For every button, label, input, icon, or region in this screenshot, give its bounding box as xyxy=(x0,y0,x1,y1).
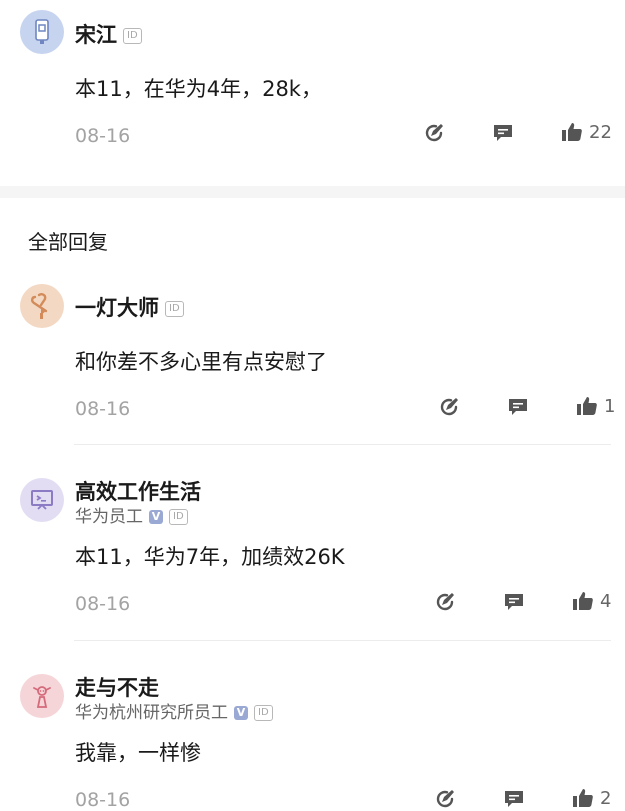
comment-icon xyxy=(505,791,523,807)
comment-icon xyxy=(505,594,523,610)
author-subtitle: 华为杭州研究所员工 V ID xyxy=(75,698,273,723)
hook-arrow-icon xyxy=(31,293,48,319)
comment-button[interactable] xyxy=(492,122,514,144)
thumbs-up-icon xyxy=(577,397,597,415)
edit-button[interactable] xyxy=(423,122,445,144)
avatar[interactable] xyxy=(20,478,64,522)
like-count: 22 xyxy=(589,121,612,143)
avatar[interactable] xyxy=(20,284,64,328)
author-name[interactable]: 一灯大师 ID xyxy=(75,292,184,322)
comment-button[interactable] xyxy=(503,788,525,810)
comment-icon xyxy=(494,125,512,141)
divider xyxy=(74,640,611,641)
author-name[interactable]: 宋江 ID xyxy=(75,19,142,49)
like-button[interactable]: 22 xyxy=(561,121,612,143)
usb-drive-icon xyxy=(35,19,49,44)
edit-icon xyxy=(436,593,454,611)
comment-icon xyxy=(509,399,527,415)
like-button[interactable]: 2 xyxy=(572,787,611,809)
thumbs-up-icon xyxy=(573,592,593,610)
id-badge[interactable]: ID xyxy=(169,509,188,525)
thumbs-up-icon xyxy=(573,789,593,807)
avatar[interactable] xyxy=(20,10,64,54)
original-post: 宋江 ID 本11，在华为4年，28k， 08-16 22 xyxy=(0,0,625,186)
reply-date: 08-16 xyxy=(75,398,131,420)
id-badge[interactable]: ID xyxy=(165,301,184,317)
reply-content: 和你差不多心里有点安慰了 xyxy=(75,350,327,374)
reply-content: 本11，华为7年，加绩效26K xyxy=(75,545,345,569)
section-separator xyxy=(0,186,625,198)
like-count: 4 xyxy=(600,590,612,612)
divider xyxy=(74,444,611,445)
comment-button[interactable] xyxy=(507,396,529,418)
post-date: 08-16 xyxy=(75,125,131,147)
thumbs-up-icon xyxy=(562,123,582,141)
post-content: 本11，在华为4年，28k， xyxy=(75,77,322,101)
avatar[interactable] xyxy=(20,674,64,718)
section-title: 全部回复 xyxy=(28,230,108,254)
edit-button[interactable] xyxy=(438,396,460,418)
like-count: 1 xyxy=(604,395,616,417)
edit-button[interactable] xyxy=(434,788,456,810)
like-button[interactable]: 4 xyxy=(572,590,611,612)
id-badge[interactable]: ID xyxy=(123,28,142,44)
edit-icon xyxy=(436,790,454,808)
reply-date: 08-16 xyxy=(75,593,131,615)
edit-icon xyxy=(440,398,458,416)
verified-badge: V xyxy=(149,510,163,524)
comment-button[interactable] xyxy=(503,591,525,613)
like-button[interactable]: 1 xyxy=(576,395,615,417)
reply-content: 我靠，一样惨 xyxy=(75,741,201,765)
author-subtitle: 华为员工 V ID xyxy=(75,502,188,527)
bow-figure-icon xyxy=(33,686,51,708)
edit-button[interactable] xyxy=(434,591,456,613)
reply-date: 08-16 xyxy=(75,789,131,811)
verified-badge: V xyxy=(234,706,248,720)
like-count: 2 xyxy=(600,787,612,809)
presentation-board-icon xyxy=(31,490,53,510)
edit-icon xyxy=(425,124,443,142)
id-badge[interactable]: ID xyxy=(254,705,273,721)
